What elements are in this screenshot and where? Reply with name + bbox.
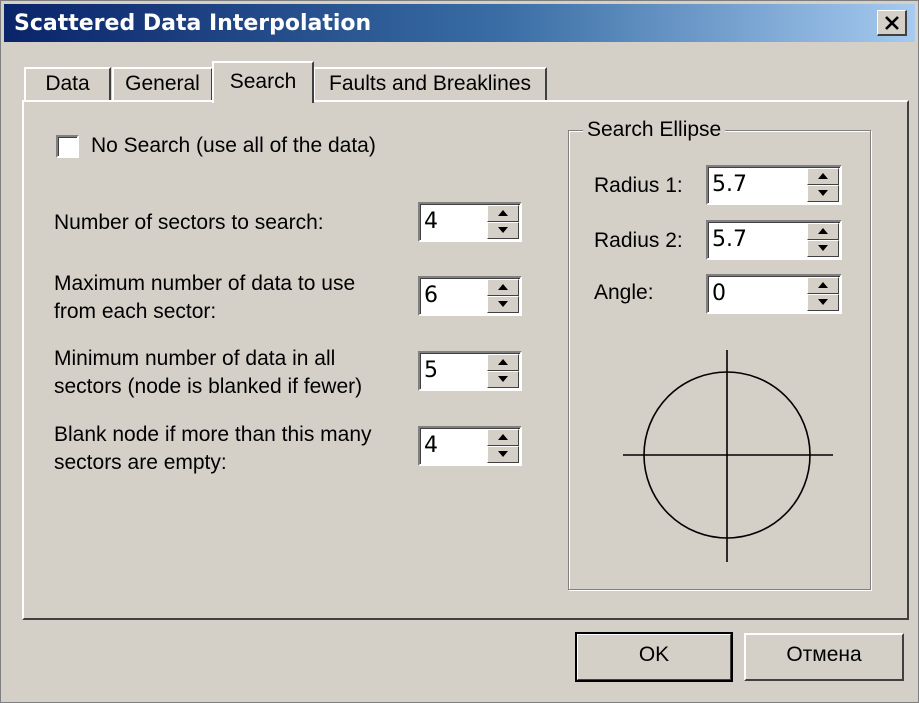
- ellipse-preview: [623, 350, 833, 562]
- window-title: Scattered Data Interpolation: [14, 11, 372, 36]
- arrow-up-icon: [498, 359, 508, 365]
- min-data-label-line1: Minimum number of data in all: [54, 347, 336, 370]
- no-search-checkbox[interactable]: [56, 135, 79, 158]
- title-bar[interactable]: Scattered Data Interpolation: [4, 4, 915, 42]
- search-tab-panel: No Search (use all of the data) Number o…: [22, 100, 909, 620]
- angle-spinner[interactable]: 0: [706, 274, 842, 314]
- angle-value[interactable]: 0: [712, 280, 726, 308]
- tab-data[interactable]: Data: [24, 67, 111, 101]
- ok-label: OK: [638, 643, 670, 666]
- tab-label: Data: [45, 72, 90, 95]
- min-data-down-button[interactable]: [487, 371, 519, 388]
- search-ellipse-group: Search Ellipse Radius 1: 5.7 Radius 2: 5…: [568, 116, 871, 590]
- blank-node-value[interactable]: 4: [424, 432, 438, 460]
- radius2-value[interactable]: 5.7: [712, 226, 747, 254]
- blank-node-label-line2: sectors are empty:: [54, 451, 227, 474]
- tab-faults-and-breaklines[interactable]: Faults and Breaklines: [313, 67, 547, 101]
- blank-node-up-button[interactable]: [487, 429, 519, 446]
- tab-general[interactable]: General: [112, 67, 213, 101]
- tab-label: Search: [229, 70, 297, 93]
- max-data-value[interactable]: 6: [424, 282, 438, 310]
- angle-up-button[interactable]: [807, 277, 839, 294]
- radius2-label: Radius 2:: [594, 229, 683, 252]
- tab-label: Faults and Breaklines: [329, 72, 531, 95]
- arrow-down-icon: [818, 245, 828, 251]
- arrow-up-icon: [498, 434, 508, 440]
- radius2-spinner[interactable]: 5.7: [706, 220, 842, 260]
- radius1-spinner[interactable]: 5.7: [706, 165, 842, 205]
- min-data-spinner[interactable]: 5: [418, 351, 522, 391]
- min-data-value[interactable]: 5: [424, 357, 438, 385]
- arrow-down-icon: [818, 299, 828, 305]
- arrow-down-icon: [498, 301, 508, 307]
- arrow-down-icon: [498, 227, 508, 233]
- arrow-up-icon: [498, 284, 508, 290]
- blank-node-spinner[interactable]: 4: [418, 426, 522, 466]
- ok-button[interactable]: OK: [575, 632, 733, 682]
- close-icon: [884, 15, 899, 30]
- min-data-up-button[interactable]: [487, 354, 519, 371]
- tab-search[interactable]: Search: [212, 61, 314, 103]
- radius1-down-button[interactable]: [807, 185, 839, 202]
- max-data-down-button[interactable]: [487, 296, 519, 313]
- sectors-down-button[interactable]: [487, 222, 519, 239]
- arrow-up-icon: [818, 282, 828, 288]
- arrow-up-icon: [818, 228, 828, 234]
- angle-down-button[interactable]: [807, 294, 839, 311]
- radius1-label: Radius 1:: [594, 174, 683, 197]
- max-data-spinner[interactable]: 6: [418, 276, 522, 316]
- cancel-button[interactable]: Отмена: [744, 633, 904, 681]
- max-data-label-line2: from each sector:: [54, 300, 217, 323]
- sectors-up-button[interactable]: [487, 205, 519, 222]
- radius2-up-button[interactable]: [807, 223, 839, 240]
- max-data-up-button[interactable]: [487, 279, 519, 296]
- arrow-up-icon: [498, 210, 508, 216]
- blank-node-label-line1: Blank node if more than this many: [54, 423, 372, 446]
- sectors-label: Number of sectors to search:: [54, 211, 324, 234]
- arrow-down-icon: [818, 190, 828, 196]
- arrow-up-icon: [818, 173, 828, 179]
- angle-label: Angle:: [594, 281, 654, 304]
- arrow-down-icon: [498, 376, 508, 382]
- no-search-label: No Search (use all of the data): [91, 134, 376, 157]
- radius1-up-button[interactable]: [807, 168, 839, 185]
- cancel-label: Отмена: [786, 643, 862, 666]
- arrow-down-icon: [498, 451, 508, 457]
- dialog-window: Scattered Data Interpolation Data Genera…: [0, 0, 919, 703]
- tab-label: General: [125, 72, 200, 95]
- close-button[interactable]: [877, 10, 907, 36]
- radius2-down-button[interactable]: [807, 240, 839, 257]
- radius1-value[interactable]: 5.7: [712, 171, 747, 199]
- sectors-spinner[interactable]: 4: [418, 202, 522, 242]
- min-data-label-line2: sectors (node is blanked if fewer): [54, 375, 363, 398]
- search-ellipse-title: Search Ellipse: [583, 116, 726, 144]
- max-data-label-line1: Maximum number of data to use: [54, 272, 356, 295]
- blank-node-down-button[interactable]: [487, 446, 519, 463]
- sectors-value[interactable]: 4: [424, 208, 438, 236]
